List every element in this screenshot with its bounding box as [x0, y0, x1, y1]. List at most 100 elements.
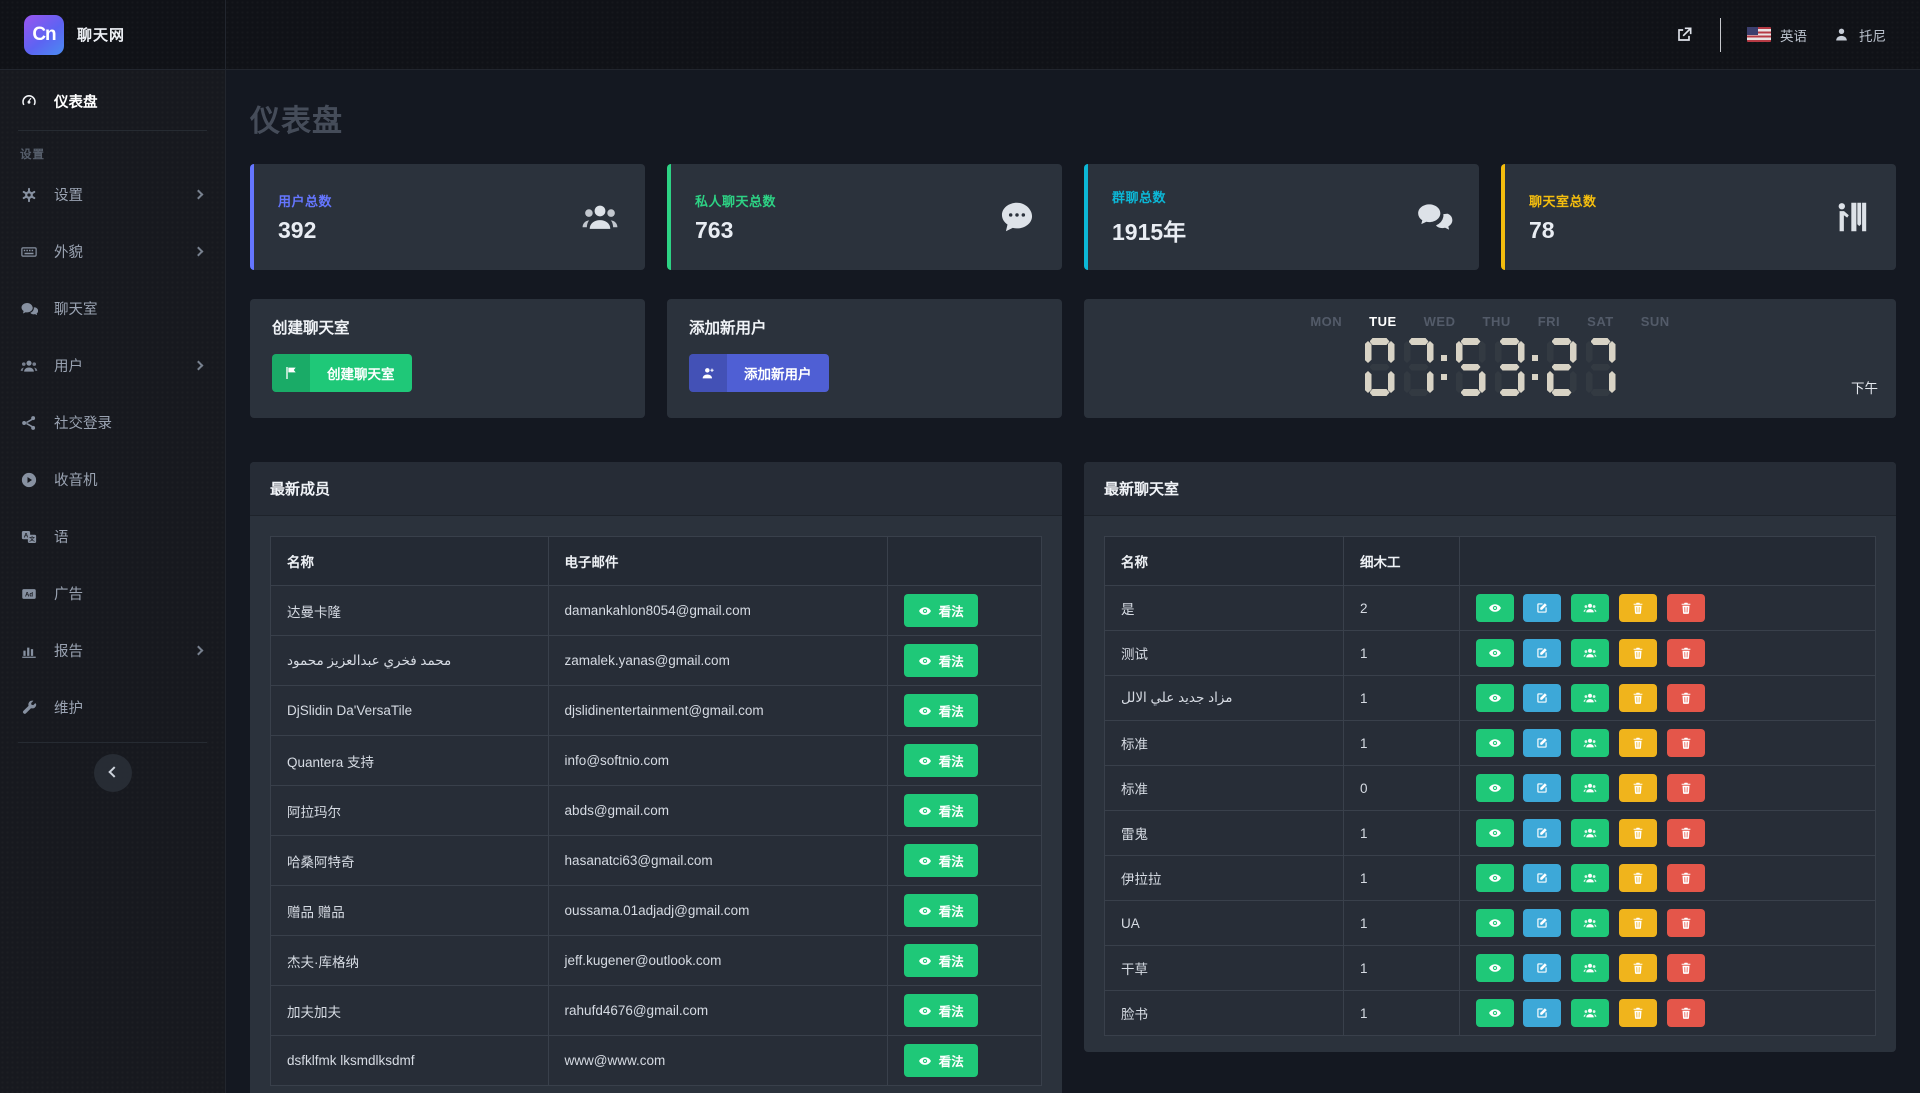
- delete-room-button[interactable]: [1666, 729, 1705, 757]
- sidebar-item-5[interactable]: 收音机: [0, 451, 225, 508]
- sidebar-item-6[interactable]: A文 语: [0, 508, 225, 565]
- delete-room-button[interactable]: [1666, 999, 1705, 1027]
- view-room-button[interactable]: [1475, 729, 1514, 757]
- view-room-button[interactable]: [1475, 909, 1514, 937]
- room-name: 标准: [1104, 765, 1344, 811]
- brand[interactable]: Cn 聊天网: [0, 0, 226, 69]
- delete-room-button[interactable]: [1666, 594, 1705, 622]
- room-users-button[interactable]: [1571, 999, 1610, 1027]
- room-users-button[interactable]: [1571, 639, 1610, 667]
- sidebar-item-1[interactable]: 外貌: [0, 223, 225, 280]
- edit-room-button[interactable]: [1523, 909, 1562, 937]
- view-member-button[interactable]: 看法: [903, 694, 978, 727]
- edit-room-button[interactable]: [1523, 819, 1562, 847]
- language-selector[interactable]: 英语: [1747, 25, 1807, 45]
- delete-room-button[interactable]: [1666, 774, 1705, 802]
- sidebar-item-dashboard[interactable]: 仪表盘: [0, 78, 225, 124]
- external-link-button[interactable]: [1674, 25, 1694, 45]
- room-users-button[interactable]: [1571, 729, 1610, 757]
- create-room-button[interactable]: 创建聊天室: [272, 354, 412, 392]
- eye-icon: [918, 756, 931, 765]
- delete-room-button[interactable]: [1666, 819, 1705, 847]
- room-users-button[interactable]: [1571, 909, 1610, 937]
- stat-label: 用户总数: [278, 193, 333, 209]
- delete-room-button[interactable]: [1666, 909, 1705, 937]
- sidebar-item-2[interactable]: 聊天室: [0, 280, 225, 337]
- clear-room-button[interactable]: [1618, 639, 1657, 667]
- room-users-button[interactable]: [1571, 864, 1610, 892]
- member-name: Quantera 支持: [270, 735, 549, 786]
- sidebar-item-8[interactable]: 报告: [0, 622, 225, 679]
- room-row-4: 标准 0: [1104, 765, 1877, 811]
- clear-room-button[interactable]: [1618, 729, 1657, 757]
- brand-name: 聊天网: [77, 27, 126, 44]
- delete-room-button[interactable]: [1666, 684, 1705, 712]
- view-member-button[interactable]: 看法: [903, 844, 978, 877]
- view-member-button[interactable]: 看法: [903, 944, 978, 977]
- clear-room-button[interactable]: [1618, 594, 1657, 622]
- sidebar-item-3[interactable]: 用户: [0, 337, 225, 394]
- delete-room-button[interactable]: [1666, 864, 1705, 892]
- delete-room-button[interactable]: [1666, 639, 1705, 667]
- chevron-right-icon: [193, 189, 204, 200]
- edit-room-button[interactable]: [1523, 864, 1562, 892]
- clear-room-button[interactable]: [1618, 999, 1657, 1027]
- clear-room-button[interactable]: [1618, 774, 1657, 802]
- add-user-button[interactable]: 添加新用户: [689, 354, 829, 392]
- room-users-button[interactable]: [1571, 954, 1610, 982]
- view-room-button[interactable]: [1475, 819, 1514, 847]
- room-users-button[interactable]: [1571, 819, 1610, 847]
- clear-room-button[interactable]: [1618, 684, 1657, 712]
- member-row-3: Quantera 支持 info@softnio.com 看法: [270, 735, 1043, 786]
- delete-room-button[interactable]: [1666, 954, 1705, 982]
- clock-colon: [1438, 338, 1451, 396]
- view-room-button[interactable]: [1475, 684, 1514, 712]
- room-name: 是: [1104, 585, 1344, 631]
- view-room-button[interactable]: [1475, 594, 1514, 622]
- view-member-button[interactable]: 看法: [903, 894, 978, 927]
- edit-room-button[interactable]: [1523, 639, 1562, 667]
- room-users-button[interactable]: [1571, 684, 1610, 712]
- room-users-button[interactable]: [1571, 774, 1610, 802]
- view-room-button[interactable]: [1475, 639, 1514, 667]
- edit-room-button[interactable]: [1523, 594, 1562, 622]
- gear-icon: [19, 186, 39, 204]
- rooms-col-actions: [1458, 536, 1877, 586]
- clear-room-button[interactable]: [1618, 909, 1657, 937]
- clear-room-button[interactable]: [1618, 819, 1657, 847]
- topbar-right: 英语 托尼: [1674, 0, 1920, 69]
- view-member-button[interactable]: 看法: [903, 794, 978, 827]
- member-row-9: dsfklfmk lksmdlksdmf www@www.com 看法: [270, 1035, 1043, 1086]
- view-room-button[interactable]: [1475, 999, 1514, 1027]
- sidebar-item-9[interactable]: 维护: [0, 679, 225, 736]
- sidebar-item-7[interactable]: Ad 广告: [0, 565, 225, 622]
- view-room-button[interactable]: [1475, 864, 1514, 892]
- view-room-button[interactable]: [1475, 954, 1514, 982]
- trash-icon: [1681, 1007, 1691, 1019]
- sidebar-item-4[interactable]: 社交登录: [0, 394, 225, 451]
- clear-room-button[interactable]: [1618, 864, 1657, 892]
- clear-room-button[interactable]: [1618, 954, 1657, 982]
- view-room-button[interactable]: [1475, 774, 1514, 802]
- sidebar-collapse-button[interactable]: [93, 754, 132, 792]
- edit-room-button[interactable]: [1523, 999, 1562, 1027]
- room-users-button[interactable]: [1571, 594, 1610, 622]
- edit-icon: [1537, 738, 1548, 748]
- edit-room-button[interactable]: [1523, 684, 1562, 712]
- clock-day-fri: FRI: [1537, 314, 1561, 329]
- edit-room-button[interactable]: [1523, 729, 1562, 757]
- view-member-label: 看法: [938, 605, 964, 619]
- trash-icon: [1681, 872, 1691, 884]
- rooms-header-row: 名称 细木工: [1104, 536, 1877, 586]
- tables-row: 最新成员 名称 电子邮件 达曼卡隆 damankahlon8054@gmail.…: [250, 462, 1896, 1093]
- view-member-button[interactable]: 看法: [903, 594, 978, 627]
- member-email: abds@gmail.com: [547, 785, 888, 836]
- view-member-button[interactable]: 看法: [903, 644, 978, 677]
- view-member-button[interactable]: 看法: [903, 994, 978, 1027]
- user-menu[interactable]: 托尼: [1833, 25, 1886, 45]
- view-member-button[interactable]: 看法: [903, 744, 978, 777]
- edit-room-button[interactable]: [1523, 774, 1562, 802]
- sidebar-item-0[interactable]: 设置: [0, 166, 225, 223]
- view-member-button[interactable]: 看法: [903, 1044, 978, 1077]
- edit-room-button[interactable]: [1523, 954, 1562, 982]
